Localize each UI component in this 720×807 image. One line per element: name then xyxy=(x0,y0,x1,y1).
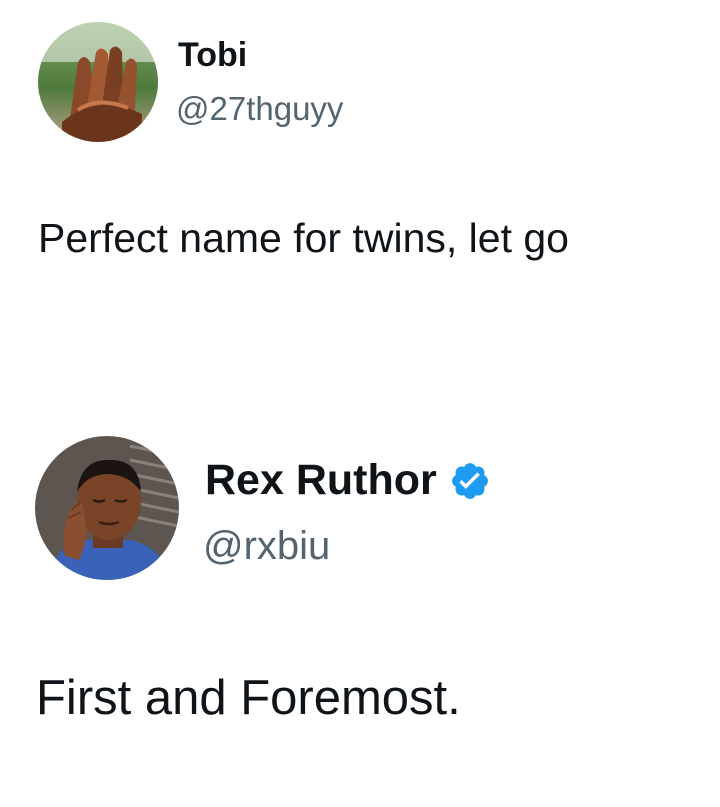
avatar-photo-man-icon xyxy=(35,436,179,580)
verified-badge-icon xyxy=(449,460,491,502)
avatar-photo-hands-icon xyxy=(38,22,158,142)
tweet-text: First and Foremost. xyxy=(36,671,461,725)
tweet-text: Perfect name for twins, let go xyxy=(38,215,569,261)
display-name[interactable]: Tobi xyxy=(178,36,247,75)
tweet-card[interactable]: Tobi @27thguyy Perfect name for twins, l… xyxy=(0,0,720,400)
display-name-text: Rex Ruthor xyxy=(205,456,437,504)
username-handle[interactable]: @27thguyy xyxy=(176,90,343,128)
username-handle[interactable]: @rxbiu xyxy=(203,524,330,569)
avatar[interactable] xyxy=(38,22,158,142)
avatar[interactable] xyxy=(35,436,179,580)
display-name[interactable]: Rex Ruthor xyxy=(205,456,491,505)
display-name-text: Tobi xyxy=(178,36,248,74)
tweet-card[interactable]: Rex Ruthor @rxbiu First and Foremost. xyxy=(0,400,720,807)
